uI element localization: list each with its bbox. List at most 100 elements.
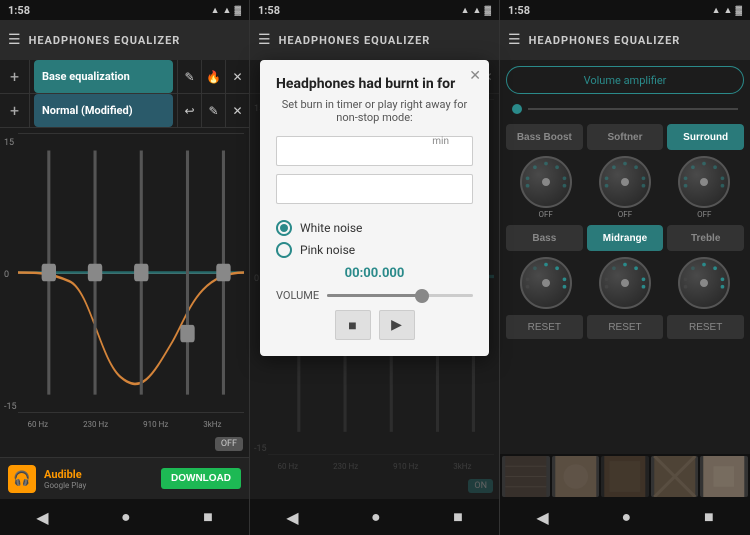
- pink-noise-option[interactable]: Pink noise: [276, 242, 473, 258]
- edit-icon-2[interactable]: ✎: [201, 94, 225, 127]
- thumb-2[interactable]: [552, 456, 600, 497]
- add-preset-btn-2[interactable]: +: [0, 94, 30, 128]
- add-preset-btn-1[interactable]: +: [0, 60, 30, 94]
- grid2-bottom: [268, 454, 494, 455]
- panel-eq: 1:58 ▲ ▲ ▓ ☰ HEADPHONES EQUALIZER + Base…: [0, 0, 250, 535]
- thumb-4[interactable]: [651, 456, 699, 497]
- knob-bb1: OFF: [520, 156, 572, 219]
- stop-btn[interactable]: ■: [335, 310, 371, 340]
- burnin-dialog: ✕ Headphones had burnt in for Set burn i…: [260, 60, 489, 356]
- volume-thumb[interactable]: [415, 289, 429, 303]
- knob-bb3-dial[interactable]: [678, 156, 730, 208]
- status-bar-2: 1:58 ▲ ▲ ▓: [250, 0, 499, 20]
- vol-dot: [512, 104, 522, 114]
- knob-t3-dial[interactable]: [678, 257, 730, 309]
- effect-btn-row-2: Bass Midrange Treble: [506, 225, 744, 251]
- recent-btn-3[interactable]: ■: [704, 507, 714, 527]
- knob-bb2-dial[interactable]: [599, 156, 651, 208]
- time-1: 1:58: [8, 4, 30, 17]
- menu-icon-3[interactable]: ☰: [508, 32, 521, 48]
- close-icon-2[interactable]: ✕: [225, 94, 249, 127]
- knob-t2-dial[interactable]: [599, 257, 651, 309]
- back-btn-1[interactable]: ◀: [36, 508, 48, 527]
- signal-icon-2: ▲: [461, 5, 470, 16]
- battery-icon: ▓: [234, 5, 241, 16]
- panel-dialog: 1:58 ▲ ▲ ▓ ☰ HEADPHONES EQUALIZER + Base…: [250, 0, 500, 535]
- bass-btn[interactable]: Bass: [506, 225, 583, 251]
- home-btn-1[interactable]: ●: [121, 507, 131, 527]
- preset-name-2[interactable]: Normal (Modified): [34, 94, 173, 127]
- nav-bar-2: ◀ ● ■: [250, 499, 499, 535]
- vol-amp-label: Volume amplifier: [517, 74, 733, 87]
- grid-bottom: [18, 412, 244, 413]
- ad-text: Audible Google Play: [44, 468, 153, 490]
- eq-viz-1: [18, 133, 244, 412]
- knob-bb2: OFF: [599, 156, 651, 219]
- knob-t2: [599, 257, 651, 311]
- knob-row-1: OFF OFF: [506, 156, 744, 219]
- home-btn-3[interactable]: ●: [621, 507, 631, 527]
- battery-icon-3: ▓: [735, 5, 742, 16]
- effect-btn-row-1: Bass Boost Softner Surround: [506, 124, 744, 150]
- thumb-3[interactable]: [601, 456, 649, 497]
- eq-area-1: 15 0 -15: [0, 128, 249, 457]
- eq-db-labels-1: 15 0 -15: [4, 138, 17, 412]
- timer-input-2[interactable]: [276, 174, 473, 204]
- toolbar-2: ☰ HEADPHONES EQUALIZER: [250, 20, 499, 60]
- knob-t3: [678, 257, 730, 311]
- knob-bb3: OFF: [678, 156, 730, 219]
- eq-toggle-off-1[interactable]: OFF: [215, 437, 243, 451]
- bass-boost-btn[interactable]: Bass Boost: [506, 124, 583, 150]
- thumb-5[interactable]: [700, 456, 748, 497]
- panel-effects: 1:58 ▲ ▲ ▓ ☰ HEADPHONES EQUALIZER Volume…: [500, 0, 750, 535]
- preset-row-1: + Base equalization ✎ 🔥 ✕: [0, 60, 249, 94]
- radio-pink[interactable]: [276, 242, 292, 258]
- eq-toggle-on[interactable]: ON: [468, 479, 493, 493]
- vol-track[interactable]: [528, 108, 738, 110]
- menu-icon[interactable]: ☰: [8, 32, 21, 48]
- volume-slider[interactable]: [327, 294, 473, 297]
- preset-name-1[interactable]: Base equalization: [34, 60, 173, 93]
- status-icons-1: ▲ ▲ ▓: [211, 5, 241, 16]
- app-title-3: HEADPHONES EQUALIZER: [529, 34, 742, 47]
- treble-btn[interactable]: Treble: [667, 225, 744, 251]
- play-btn[interactable]: ▶: [379, 310, 415, 340]
- close-icon-1[interactable]: ✕: [225, 60, 249, 93]
- edit-icon-1[interactable]: ✎: [177, 60, 201, 93]
- radio-white[interactable]: [276, 220, 292, 236]
- softner-btn[interactable]: Softner: [587, 124, 664, 150]
- volume-row: VOLUME: [276, 289, 473, 302]
- nav-bar-1: ◀ ● ■: [0, 499, 249, 535]
- reset-btn-3[interactable]: RESET: [667, 315, 744, 339]
- white-noise-option[interactable]: White noise: [276, 220, 473, 236]
- dialog-subtitle: Set burn in timer or play right away for…: [276, 98, 473, 124]
- playback-controls: ■ ▶: [276, 310, 473, 340]
- flame-icon-1[interactable]: 🔥: [201, 60, 225, 93]
- home-btn-2[interactable]: ●: [371, 507, 381, 527]
- surround-btn[interactable]: Surround: [667, 124, 744, 150]
- reset-btn-1[interactable]: RESET: [506, 315, 583, 339]
- undo-icon[interactable]: ↩: [177, 94, 201, 127]
- download-btn[interactable]: DOWNLOAD: [161, 468, 241, 489]
- back-btn-3[interactable]: ◀: [536, 508, 548, 527]
- vol-amp-bar[interactable]: Volume amplifier: [506, 66, 744, 94]
- recent-btn-1[interactable]: ■: [203, 507, 213, 527]
- knob-t1-dial[interactable]: [520, 257, 572, 309]
- dialog-close-btn[interactable]: ✕: [469, 68, 481, 84]
- midrange-btn[interactable]: Midrange: [587, 225, 664, 251]
- thumb-1[interactable]: [502, 456, 550, 497]
- recent-btn-2[interactable]: ■: [453, 507, 463, 527]
- noise-options: White noise Pink noise: [276, 220, 473, 258]
- time-3: 1:58: [508, 4, 530, 17]
- back-btn-2[interactable]: ◀: [286, 508, 298, 527]
- reset-btn-2[interactable]: RESET: [587, 315, 664, 339]
- freq-910: 910 Hz: [143, 420, 168, 429]
- db-label-neg15: -15: [4, 402, 17, 412]
- effects-area: Volume amplifier Bass Boost Softner Surr…: [500, 60, 750, 454]
- wifi-icon: ▲: [223, 5, 232, 16]
- db2-neg15: -15: [254, 444, 267, 454]
- ad-brand: Audible: [44, 468, 153, 481]
- menu-icon-2[interactable]: ☰: [258, 32, 271, 48]
- knob-bb1-dial[interactable]: [520, 156, 572, 208]
- db-label-15: 15: [4, 138, 17, 148]
